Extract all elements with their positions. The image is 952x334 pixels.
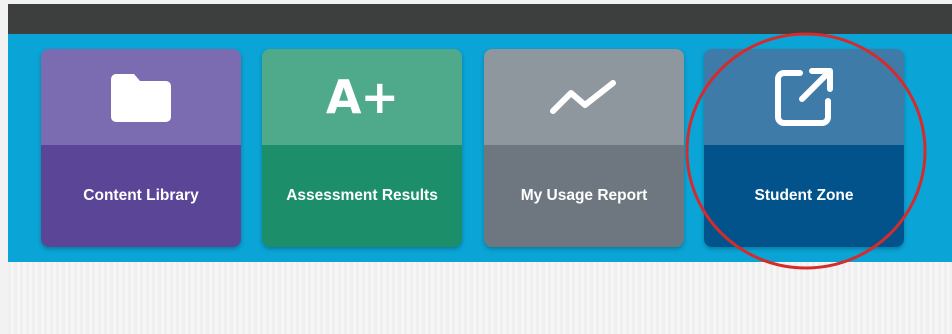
my-usage-report-tile-header [484, 49, 684, 145]
line-chart-icon [550, 80, 616, 114]
content-library-tile[interactable]: Content Library [41, 49, 241, 247]
student-zone-label: Student Zone [754, 187, 854, 204]
content-library-label: Content Library [83, 187, 199, 204]
external-link-icon [775, 68, 833, 126]
top-bar [8, 4, 952, 34]
my-usage-report-label: My Usage Report [520, 187, 648, 204]
student-zone-tile[interactable]: Student Zone [704, 49, 904, 247]
student-zone-tile-footer: Student Zone [704, 145, 904, 247]
assessment-results-tile-header: A+ [262, 49, 462, 145]
assessment-results-label: Assessment Results [286, 187, 438, 204]
content-library-tile-header [41, 49, 241, 145]
page-background [8, 262, 952, 334]
content-library-tile-footer: Content Library [41, 145, 241, 247]
folder-icon [111, 74, 171, 122]
grade-a-plus-icon: A+ [325, 70, 399, 124]
assessment-results-tile[interactable]: A+ Assessment Results [262, 49, 462, 247]
my-usage-report-tile-footer: My Usage Report [484, 145, 684, 247]
assessment-results-tile-footer: Assessment Results [262, 145, 462, 247]
my-usage-report-tile[interactable]: My Usage Report [484, 49, 684, 247]
student-zone-tile-header [704, 49, 904, 145]
